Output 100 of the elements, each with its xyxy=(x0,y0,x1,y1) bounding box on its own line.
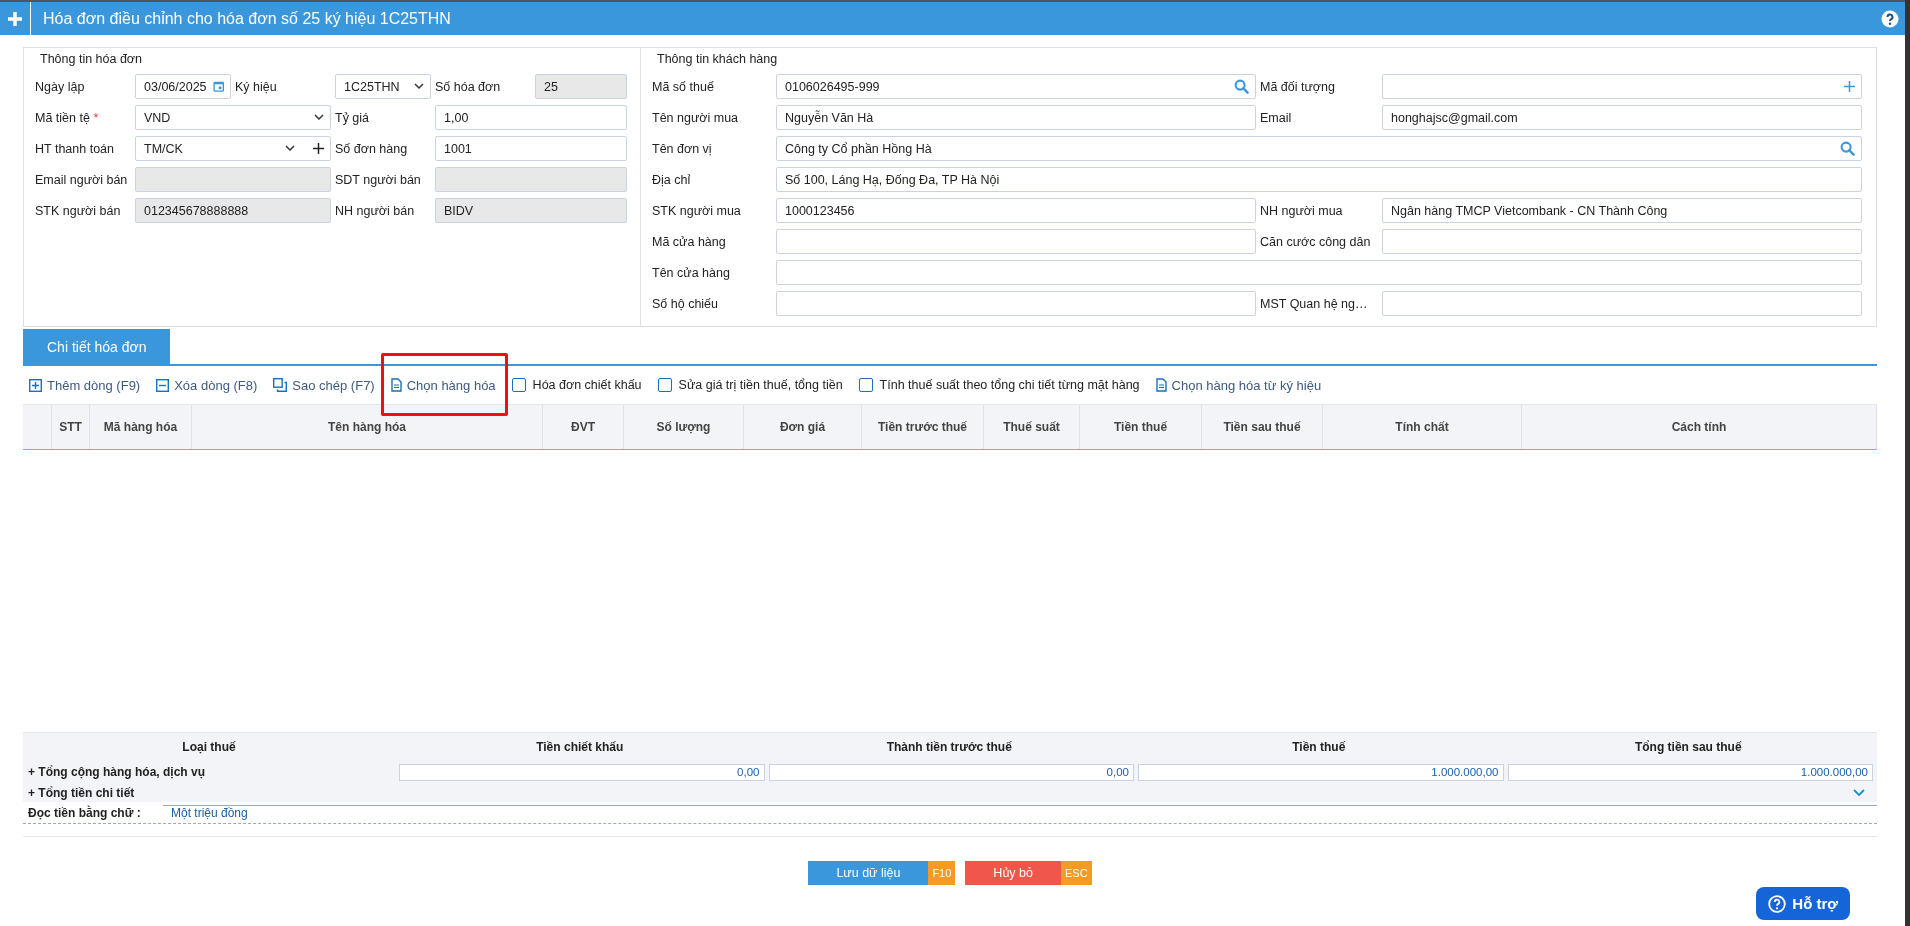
column-header: ĐVT xyxy=(571,420,595,434)
plus-icon[interactable] xyxy=(313,143,324,154)
column-header: Cách tính xyxy=(1671,420,1727,434)
field-label: NH người bán xyxy=(335,203,416,218)
help-icon xyxy=(1768,894,1787,913)
shortcut-badge: F10 xyxy=(928,861,956,885)
field-label: Mã số thuế xyxy=(652,79,715,94)
section-title: Thông tin khách hàng xyxy=(656,52,778,66)
checkbox-label: Sửa giá trị tiền thuế, tổng tiền xyxy=(678,378,843,392)
column-header: Tính chất xyxy=(1395,420,1449,434)
field-label: Tên người mua xyxy=(652,110,740,125)
input-field[interactable]: 25 xyxy=(535,74,627,99)
select-field[interactable]: 1C25THN xyxy=(335,74,431,99)
field-label: Tỷ giá xyxy=(335,110,371,125)
column-header: Loại thuế xyxy=(181,740,237,754)
field-label: SDT người bán xyxy=(335,172,422,187)
column-header: Thành tiền trước thuế xyxy=(885,740,1013,754)
amount-cell: 1.000.000,00 xyxy=(1138,763,1504,781)
input-field[interactable] xyxy=(776,291,1256,316)
document-icon[interactable] xyxy=(1155,378,1167,392)
input-field[interactable]: BIDV xyxy=(435,198,627,223)
calendar-icon[interactable] xyxy=(212,80,224,93)
column-header: STT xyxy=(59,420,82,434)
field-label: Số hộ chiếu xyxy=(652,296,720,311)
column-header: Tiền thuế xyxy=(1113,420,1168,434)
help-button[interactable]: Hỗ trợ xyxy=(1756,887,1850,920)
input-field[interactable] xyxy=(776,260,1862,285)
checkbox[interactable] xyxy=(858,378,873,392)
select-field[interactable]: VND xyxy=(135,105,331,130)
field-label: STK người mua xyxy=(652,203,742,218)
input-field[interactable] xyxy=(135,167,331,192)
checkbox[interactable] xyxy=(657,378,672,392)
column-header: Số lượng xyxy=(656,420,711,434)
field-label: Mã đối tượng xyxy=(1260,79,1336,94)
input-field[interactable]: 1,00 xyxy=(435,105,627,130)
column-header: Tiền trước thuế xyxy=(878,420,967,434)
column-header: Tiền thuế xyxy=(1291,740,1347,754)
field-label: Email xyxy=(1260,110,1293,125)
date-field[interactable]: 03/06/2025 xyxy=(135,74,231,99)
column-header: Mã hàng hóa xyxy=(103,420,178,434)
toolbar-button[interactable]: Thêm dòng (F9) xyxy=(29,377,141,393)
caret-icon[interactable] xyxy=(285,145,295,152)
row-label[interactable]: + Tổng cộng hàng hóa, dịch vụ xyxy=(23,765,395,779)
input-field[interactable] xyxy=(776,229,1256,254)
input-field[interactable] xyxy=(1382,291,1862,316)
field-label: Mã cửa hàng xyxy=(652,234,727,249)
section-title: Thông tin hóa đơn xyxy=(39,52,143,66)
field-label: Đọc tiền bằng chữ : xyxy=(27,805,142,820)
column-header: Tiền sau thuế xyxy=(1223,420,1301,434)
column-header: Tiền chiết khấu xyxy=(535,740,625,754)
input-field[interactable]: Công ty Cổ phần Hồng Hà xyxy=(776,136,1862,161)
field-label: Ngày lập xyxy=(35,79,86,94)
checkbox-label: Hóa đơn chiết khấu xyxy=(532,378,642,392)
search-icon[interactable] xyxy=(1840,141,1855,156)
input-field[interactable]: honghajsc@gmail.com xyxy=(1382,105,1862,130)
field-label: STK người bán xyxy=(35,203,122,218)
copy-icon[interactable] xyxy=(273,378,288,392)
input-field[interactable]: 1001 xyxy=(435,136,627,161)
caret-icon[interactable] xyxy=(414,83,424,90)
column-header: Thuế suất xyxy=(1003,420,1060,434)
minus-square-icon[interactable] xyxy=(156,378,170,392)
input-field[interactable]: 0106026495-999 xyxy=(776,74,1256,99)
search-icon[interactable] xyxy=(1234,79,1249,94)
plus-square-icon[interactable] xyxy=(29,378,42,392)
window-title: Hóa đơn điều chỉnh cho hóa đơn số 25 ký hiệu 1C25THN xyxy=(42,9,452,28)
field-label: Căn cước công dân xyxy=(1260,234,1372,249)
input-field[interactable] xyxy=(1382,229,1862,254)
shortcut-badge: ESC xyxy=(1060,861,1092,885)
input-field[interactable]: 1000123456 xyxy=(776,198,1256,223)
field-label: Ký hiệu xyxy=(235,79,278,94)
input-field[interactable] xyxy=(435,167,627,192)
field-label: MST Quan hệ ng… xyxy=(1260,296,1369,311)
field-label: Số hóa đơn xyxy=(435,79,502,94)
toolbar-button[interactable]: Xóa dòng (F8) xyxy=(156,377,258,393)
checkbox[interactable] xyxy=(511,378,526,392)
select-field[interactable]: TM/CK xyxy=(135,136,331,161)
chevron-down-icon[interactable] xyxy=(1853,788,1865,797)
input-field[interactable] xyxy=(1382,74,1862,99)
caret-icon[interactable] xyxy=(314,114,324,121)
column-header: Tên hàng hóa xyxy=(328,420,406,434)
input-field[interactable]: Ngân hàng TMCP Vietcombank - CN Thành Công xyxy=(1382,198,1862,223)
document-icon[interactable] xyxy=(390,378,402,392)
amount-in-words: Một triệu đồng xyxy=(163,805,1877,820)
checkbox-label: Tính thuế suất theo tổng chi tiết từng mặt hàng xyxy=(879,378,1140,392)
input-field[interactable]: Số 100, Láng Hạ, Đống Đa, TP Hà Nội xyxy=(776,167,1862,192)
toolbar-button[interactable]: Chọn hàng hóa từ ký hiệu xyxy=(1155,377,1322,393)
help-icon[interactable] xyxy=(1881,9,1899,28)
toolbar-button[interactable]: Chọn hàng hóa xyxy=(390,377,496,393)
field-label: Tên cửa hàng xyxy=(652,265,731,280)
row-label[interactable]: + Tổng tiền chi tiết xyxy=(23,785,395,800)
toolbar-button[interactable]: Sao chép (F7) xyxy=(273,377,375,393)
amount-cell: 1.000.000,00 xyxy=(1507,763,1873,781)
field-label: NH người mua xyxy=(1260,203,1344,218)
input-field[interactable]: 012345678888888 xyxy=(135,198,331,223)
field-label: Email người bán xyxy=(35,172,129,187)
column-header: Đơn giá xyxy=(779,420,826,434)
field-label: Số đơn hàng xyxy=(335,141,409,156)
field-label: Địa chỉ xyxy=(652,172,692,187)
amount-cell: 0,00 xyxy=(399,763,765,781)
input-field[interactable]: Nguyễn Văn Hà xyxy=(776,105,1256,130)
